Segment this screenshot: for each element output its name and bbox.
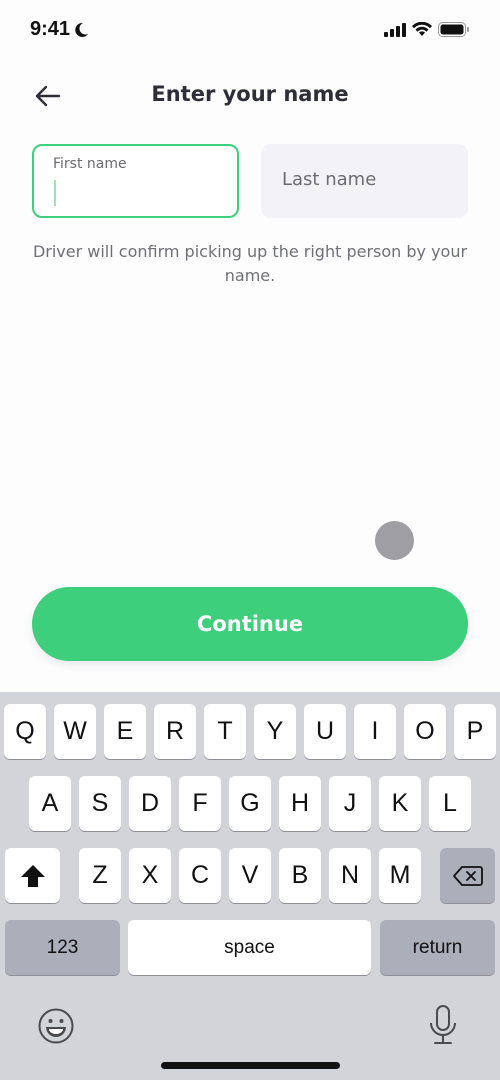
key-k[interactable]: K: [379, 776, 421, 831]
key-q[interactable]: Q: [4, 704, 46, 759]
emoji-button[interactable]: [38, 1008, 74, 1048]
key-o[interactable]: O: [404, 704, 446, 759]
key-b[interactable]: B: [279, 848, 321, 903]
battery-icon: [438, 22, 469, 37]
text-caret: [54, 180, 56, 206]
emoji-icon: [38, 1008, 74, 1044]
key-f[interactable]: F: [179, 776, 221, 831]
microphone-button[interactable]: [428, 1004, 458, 1050]
delete-key[interactable]: [440, 848, 495, 903]
key-r[interactable]: R: [154, 704, 196, 759]
key-p[interactable]: P: [454, 704, 496, 759]
key-w[interactable]: W: [54, 704, 96, 759]
key-x[interactable]: X: [129, 848, 171, 903]
key-j[interactable]: J: [329, 776, 371, 831]
key-u[interactable]: U: [304, 704, 346, 759]
first-name-field[interactable]: First name: [32, 144, 239, 218]
first-name-label: First name: [53, 156, 127, 172]
delete-backspace-icon: [452, 865, 483, 886]
key-t[interactable]: T: [204, 704, 246, 759]
space-key[interactable]: space: [128, 920, 371, 975]
page-title: Enter your name: [151, 82, 349, 106]
status-bar-indicators: [384, 22, 470, 37]
key-c[interactable]: C: [179, 848, 221, 903]
touch-indicator: [375, 521, 414, 560]
numbers-key[interactable]: 123: [5, 920, 120, 975]
moon-icon: [75, 22, 89, 37]
wifi-icon: [412, 22, 432, 36]
key-i[interactable]: I: [354, 704, 396, 759]
key-z[interactable]: Z: [79, 848, 121, 903]
key-d[interactable]: D: [129, 776, 171, 831]
helper-text: Driver will confirm picking up the right…: [32, 242, 468, 285]
key-l[interactable]: L: [429, 776, 471, 831]
last-name-placeholder: Last name: [282, 169, 377, 190]
home-indicator: [161, 1062, 340, 1069]
continue-button[interactable]: Continue: [32, 587, 468, 661]
status-bar-time: 9:41: [30, 18, 89, 41]
key-m[interactable]: M: [379, 848, 421, 903]
shift-icon: [20, 864, 45, 887]
time-text: 9:41: [30, 18, 71, 40]
last-name-field[interactable]: Last name: [261, 144, 468, 218]
cellular-signal-icon: [384, 22, 406, 37]
key-v[interactable]: V: [229, 848, 271, 903]
keyboard: QWERTYUIOP ASDFGHJKL ZXCVBNM 123 space r…: [0, 692, 500, 1080]
key-e[interactable]: E: [104, 704, 146, 759]
key-s[interactable]: S: [79, 776, 121, 831]
key-g[interactable]: G: [229, 776, 271, 831]
return-key[interactable]: return: [380, 920, 495, 975]
key-y[interactable]: Y: [254, 704, 296, 759]
key-a[interactable]: A: [29, 776, 71, 831]
shift-key[interactable]: [5, 848, 60, 903]
key-h[interactable]: H: [279, 776, 321, 831]
microphone-icon: [430, 1005, 456, 1044]
key-n[interactable]: N: [329, 848, 371, 903]
